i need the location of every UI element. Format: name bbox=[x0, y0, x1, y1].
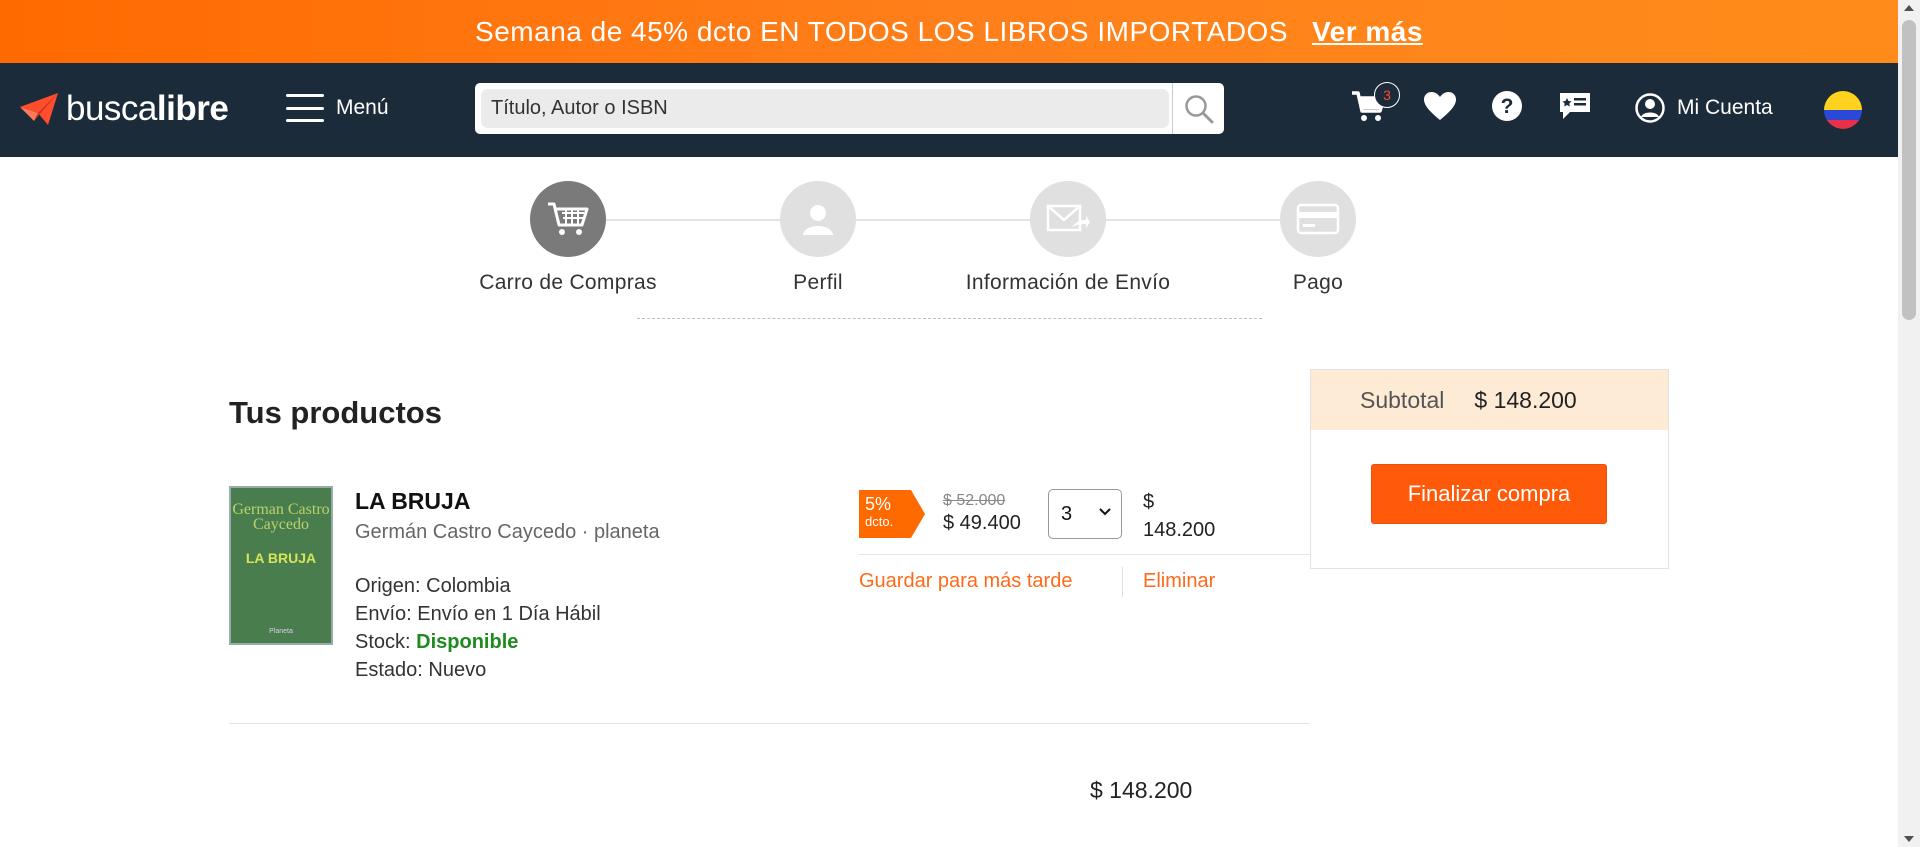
step-shipping-label: Información de Envío bbox=[965, 271, 1171, 294]
product-stock: Stock: Disponible bbox=[355, 631, 518, 654]
promo-banner: Semana de 45% dcto EN TODOS LOS LIBROS I… bbox=[0, 0, 1898, 63]
site-header: buscalibre Menú 3 bbox=[0, 63, 1898, 157]
step-profile-circle bbox=[780, 181, 856, 257]
actions-divider bbox=[859, 554, 1310, 555]
svg-text:?: ? bbox=[1501, 95, 1514, 118]
quantity-select[interactable]: 3 bbox=[1048, 489, 1122, 539]
question-icon: ? bbox=[1492, 91, 1522, 121]
discount-percent: 5% bbox=[865, 494, 892, 514]
step-payment-label: Pago bbox=[1292, 271, 1344, 294]
step-shipping-circle bbox=[1030, 181, 1106, 257]
heart-icon bbox=[1424, 92, 1456, 120]
cover-publisher: Planeta bbox=[269, 628, 293, 635]
menu-label: Menú bbox=[336, 96, 389, 119]
products-heading: Tus productos bbox=[229, 395, 442, 430]
mail-send-icon bbox=[1046, 204, 1090, 232]
discount-word: dcto. bbox=[865, 514, 894, 529]
product-origin: Origen: Colombia bbox=[355, 575, 511, 597]
country-flag-button[interactable] bbox=[1824, 91, 1862, 129]
save-for-later-link[interactable]: Guardar para más tarde bbox=[859, 570, 1072, 593]
cover-author: German Castro Caycedo bbox=[232, 501, 330, 533]
subtotal-value: $ 148.200 bbox=[1474, 386, 1577, 413]
product-cover-image[interactable]: German Castro Caycedo LA BRUJA Planeta bbox=[229, 486, 333, 645]
step-payment: Pago bbox=[1208, 181, 1428, 297]
logo-text-libre: libre bbox=[156, 89, 229, 128]
search-button[interactable] bbox=[1172, 83, 1224, 134]
user-circle-icon bbox=[1635, 93, 1665, 123]
steps-divider bbox=[637, 318, 1262, 319]
cart-icon bbox=[548, 202, 589, 235]
page: Semana de 45% dcto EN TODOS LOS LIBROS I… bbox=[0, 0, 1920, 847]
quantity-value: 3 bbox=[1061, 502, 1073, 525]
search-bar bbox=[475, 83, 1224, 134]
page-scrollbar[interactable] bbox=[1898, 0, 1920, 847]
checkout-button[interactable]: Finalizar compra bbox=[1371, 464, 1607, 524]
chat-star-icon bbox=[1560, 93, 1590, 119]
product-title[interactable]: LA BRUJA bbox=[355, 488, 470, 515]
promo-more-link[interactable]: Ver más bbox=[1312, 16, 1423, 48]
chevron-down-icon bbox=[1099, 508, 1111, 516]
account-label: Mi Cuenta bbox=[1677, 96, 1773, 119]
subtotal-row: Subtotal $ 148.200 bbox=[1311, 370, 1668, 430]
steps-connector bbox=[567, 219, 1317, 221]
stock-status: Disponible bbox=[416, 631, 519, 653]
subtotal-label: Subtotal bbox=[1360, 386, 1445, 413]
actions-vertical-divider bbox=[1122, 567, 1123, 597]
step-payment-circle bbox=[1280, 181, 1356, 257]
menu-button[interactable]: Menú bbox=[286, 94, 389, 122]
order-summary: Subtotal $ 148.200 Finalizar compra bbox=[1310, 369, 1669, 569]
step-shipping: Información de Envío bbox=[958, 181, 1178, 297]
products-total: $ 148.200 bbox=[1090, 777, 1193, 803]
wishlist-button[interactable] bbox=[1420, 86, 1460, 126]
delete-link[interactable]: Eliminar bbox=[1143, 570, 1215, 593]
cart-count-badge: 3 bbox=[1374, 82, 1400, 108]
line-total-currency: $ bbox=[1143, 491, 1155, 513]
credit-card-icon bbox=[1296, 203, 1340, 235]
paper-plane-icon bbox=[20, 93, 58, 125]
product-author-publisher: Germán Castro Caycedo · planeta bbox=[355, 521, 660, 543]
help-button[interactable]: ? bbox=[1487, 86, 1527, 126]
reviews-button[interactable] bbox=[1555, 86, 1595, 126]
original-price: $ 52.000 bbox=[943, 492, 1006, 509]
scroll-up-arrow-icon[interactable] bbox=[1904, 5, 1914, 11]
stock-label: Stock: bbox=[355, 631, 417, 653]
product-shipping: Envío: Envío en 1 Día Hábil bbox=[355, 603, 601, 625]
account-button[interactable]: Mi Cuenta bbox=[1635, 93, 1773, 123]
logo[interactable]: busca libre bbox=[18, 89, 229, 129]
step-profile-label: Perfil bbox=[793, 271, 843, 294]
step-cart: Carro de Compras bbox=[458, 181, 678, 297]
scrollbar-thumb[interactable] bbox=[1902, 20, 1916, 320]
product-condition: Estado: Nuevo bbox=[355, 659, 487, 681]
promo-text: Semana de 45% dcto EN TODOS LOS LIBROS I… bbox=[475, 15, 1289, 47]
products-divider bbox=[229, 723, 1310, 724]
cart-button[interactable]: 3 bbox=[1348, 82, 1400, 126]
hamburger-icon bbox=[286, 94, 324, 122]
user-icon bbox=[803, 205, 833, 235]
cover-title: LA BRUJA bbox=[245, 550, 317, 566]
logo-text-busca: busca bbox=[66, 89, 157, 128]
line-total-value: 148.200 bbox=[1143, 519, 1216, 541]
discounted-price: $ 49.400 bbox=[943, 512, 1021, 534]
step-profile: Perfil bbox=[708, 181, 928, 297]
step-cart-circle bbox=[530, 181, 606, 257]
step-cart-label: Carro de Compras bbox=[479, 271, 657, 294]
discount-badge: 5% dcto. bbox=[859, 490, 925, 538]
search-icon bbox=[1184, 94, 1213, 123]
scroll-down-arrow-icon[interactable] bbox=[1904, 836, 1914, 842]
line-total: $ 148.200 bbox=[1143, 488, 1215, 544]
search-input[interactable] bbox=[481, 89, 1169, 128]
